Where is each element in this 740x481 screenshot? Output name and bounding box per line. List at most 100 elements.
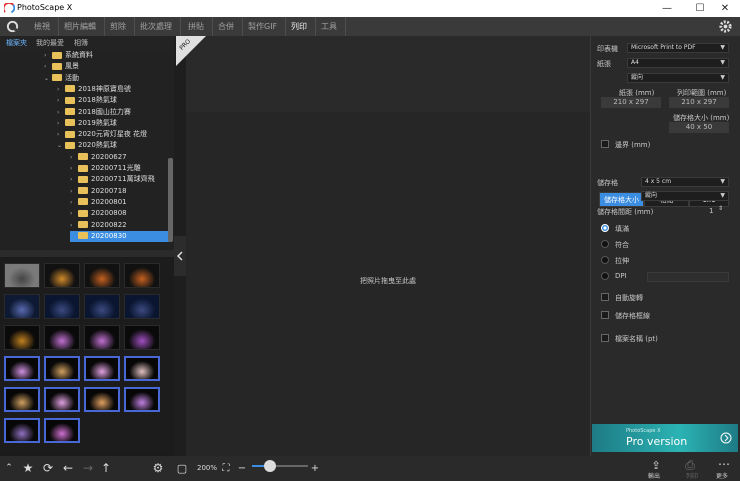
auto-rotate-checkbox[interactable] — [601, 293, 609, 301]
tab-gif[interactable]: 製作GIF — [240, 17, 287, 36]
back-arrow-icon[interactable]: ← — [60, 456, 76, 481]
tree-folder-item[interactable]: › 20200718 — [70, 186, 127, 197]
zoom-in-button[interactable]: + — [309, 456, 321, 481]
chevron-right-icon[interactable]: › — [44, 61, 52, 72]
close-button[interactable]: ✕ — [710, 0, 740, 17]
tree-folder-item[interactable]: › 風景 — [44, 61, 79, 72]
chevron-down-icon[interactable]: ⌄ — [44, 73, 52, 84]
chevron-right-icon[interactable]: › — [57, 129, 65, 140]
tab-editor[interactable]: 相片編輯 — [56, 17, 105, 36]
tree-folder-item[interactable]: › 2018國山拉力賽 — [57, 107, 131, 118]
frame-icon[interactable]: ▢ — [174, 456, 190, 481]
tree-scrollbar[interactable] — [168, 158, 173, 242]
tab-combine[interactable]: 合併 — [210, 17, 243, 36]
pro-version-banner[interactable]: PhotoScape X Pro version — [592, 424, 738, 452]
chevron-right-icon[interactable]: › — [70, 208, 78, 219]
spinner-icon[interactable]: ⇕ — [718, 205, 723, 212]
tree-folder-item[interactable]: 20200830 — [70, 230, 169, 243]
collapse-panel-button[interactable] — [174, 236, 186, 276]
cell-border-checkbox[interactable] — [601, 311, 609, 319]
zoom-out-button[interactable]: − — [236, 456, 248, 481]
photo-thumbnail[interactable] — [84, 387, 120, 412]
tree-folder-item[interactable]: › 2020元宵灯星夜 花燈 — [57, 129, 147, 140]
filename-checkbox[interactable] — [601, 334, 609, 342]
tab-folders[interactable]: 檔案夾 — [2, 36, 31, 50]
tab-batch[interactable]: 批次處理 — [132, 17, 181, 36]
chevron-right-icon[interactable]: › — [70, 186, 78, 197]
photo-thumbnail[interactable] — [84, 356, 120, 381]
tree-horizontal-scrollbar[interactable] — [0, 250, 174, 257]
scroll-up-icon[interactable]: ⌃ — [2, 456, 16, 481]
tab-collage[interactable]: 拼貼 — [180, 17, 213, 36]
photo-thumbnail[interactable] — [124, 356, 160, 381]
tree-folder-item[interactable]: ⌄ 2020熱氣球 — [57, 140, 117, 151]
tab-viewer[interactable]: 檢視 — [26, 17, 59, 36]
photo-thumbnail[interactable] — [4, 263, 40, 288]
chevron-right-icon[interactable]: › — [44, 50, 52, 61]
fit-screen-icon[interactable]: ⛶ — [218, 456, 234, 481]
cell-select[interactable]: 4 x 5 cm ▼ — [641, 177, 729, 187]
chevron-down-icon[interactable]: ⌄ — [57, 140, 65, 151]
chevron-right-icon[interactable]: › — [70, 220, 78, 231]
star-icon[interactable]: ★ — [20, 456, 36, 481]
photo-thumbnail[interactable] — [44, 263, 80, 288]
paper-select[interactable]: A4 ▼ — [627, 58, 729, 68]
photo-thumbnail[interactable] — [44, 418, 80, 443]
settings-gear-icon[interactable]: ⚙ — [150, 456, 166, 481]
chevron-right-icon[interactable]: › — [57, 95, 65, 106]
dpi-input[interactable] — [647, 272, 729, 282]
chevron-right-icon[interactable]: › — [70, 152, 78, 163]
up-arrow-icon[interactable]: ↑ — [98, 456, 114, 481]
photo-thumbnail[interactable] — [44, 294, 80, 319]
chevron-right-icon[interactable]: › — [70, 174, 78, 185]
tab-tools[interactable]: 工具 — [313, 17, 346, 36]
fit-stretch-radio[interactable] — [601, 256, 609, 264]
fit-fit-radio[interactable] — [601, 240, 609, 248]
minimize-button[interactable]: — — [652, 0, 682, 17]
orientation-select[interactable]: 縱向 ▼ — [627, 73, 729, 83]
chevron-right-icon[interactable]: › — [57, 84, 65, 95]
home-icon[interactable] — [6, 20, 19, 33]
chevron-right-icon[interactable]: › — [70, 163, 78, 174]
margin-checkbox[interactable] — [601, 140, 609, 148]
fit-fill-radio[interactable] — [601, 224, 609, 232]
photo-thumbnail[interactable] — [124, 387, 160, 412]
photo-thumbnail[interactable] — [44, 325, 80, 350]
refresh-icon[interactable]: ⟳ — [40, 456, 56, 481]
tree-folder-item[interactable]: › 20200801 — [70, 197, 127, 208]
tree-folder-item[interactable]: › 2019熱氣球 — [57, 118, 117, 129]
tree-folder-item[interactable]: › 系統資料 — [44, 50, 93, 61]
photo-strip[interactable] — [186, 36, 590, 112]
photo-thumbnail[interactable] — [124, 263, 160, 288]
photo-thumbnail[interactable] — [124, 325, 160, 350]
printer-select[interactable]: Microsoft Print to PDF ▼ — [627, 43, 729, 53]
photo-thumbnail[interactable] — [84, 325, 120, 350]
tree-folder-item[interactable]: › 20200711萬球齊飛 — [70, 174, 155, 185]
forward-arrow-icon[interactable]: → — [80, 456, 96, 481]
photo-thumbnail[interactable] — [124, 294, 160, 319]
cell-orientation-select[interactable]: 縱向 ▼ — [641, 191, 729, 201]
tree-folder-item[interactable]: › 20200711光雕 — [70, 163, 141, 174]
photo-thumbnail[interactable] — [4, 387, 40, 412]
photo-thumbnail[interactable] — [44, 387, 80, 412]
tree-folder-item[interactable]: › 20200627 — [70, 152, 127, 163]
chevron-right-icon[interactable]: › — [57, 107, 65, 118]
tab-albums[interactable]: 相簿 — [70, 36, 92, 50]
tree-folder-item[interactable]: › 2018神原寶島號 — [57, 84, 131, 95]
tab-favorites[interactable]: 我的最愛 — [32, 36, 68, 50]
photo-thumbnail[interactable] — [4, 294, 40, 319]
photo-thumbnail[interactable] — [4, 356, 40, 381]
chevron-right-icon[interactable]: › — [70, 197, 78, 208]
seg-cell-size[interactable]: 儲存格大小 — [599, 192, 644, 207]
settings-gear-icon[interactable] — [718, 19, 733, 34]
photo-thumbnail[interactable] — [84, 294, 120, 319]
tab-cut[interactable]: 剪除 — [102, 17, 135, 36]
tree-folder-item[interactable]: ⌄ 活動 — [44, 73, 79, 84]
tree-folder-item[interactable]: › 20200822 — [70, 220, 127, 231]
photo-thumbnail[interactable] — [4, 418, 40, 443]
photo-thumbnail[interactable] — [4, 325, 40, 350]
spacing-value[interactable]: 1 — [709, 207, 713, 215]
fit-dpi-radio[interactable] — [601, 272, 609, 280]
photo-thumbnail[interactable] — [44, 356, 80, 381]
tree-folder-item[interactable]: › 20200808 — [70, 208, 127, 219]
